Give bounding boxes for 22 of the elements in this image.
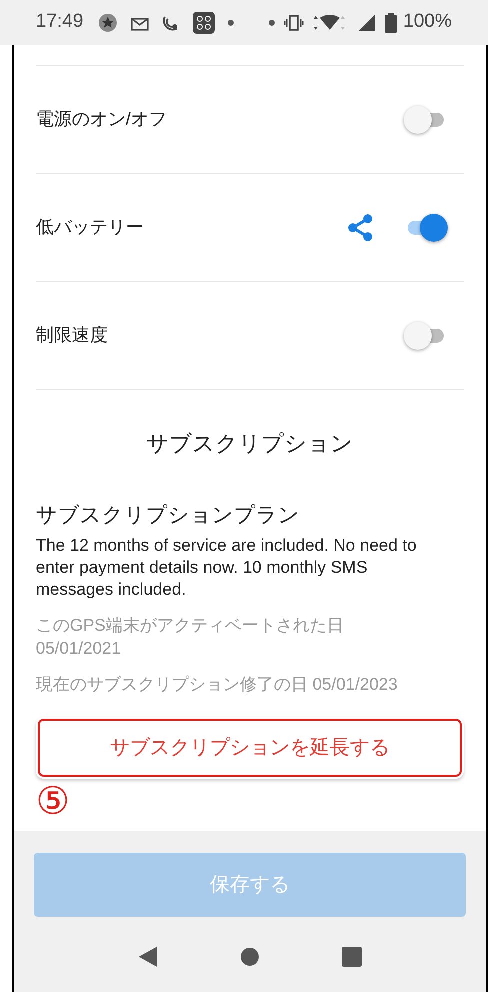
home-icon[interactable] (240, 947, 260, 967)
plan-title: サブスクリプションプラン (36, 503, 301, 529)
plan-description: The 12 months of service are included. No need to enter payment details now. 10 monthly SMS messages included. (36, 534, 418, 601)
dot-icon (269, 20, 276, 26)
call-icon (162, 14, 180, 32)
end-date-text: 現在のサブスクリプション修了の日 05/01/2023 (36, 674, 399, 696)
back-icon[interactable] (138, 946, 158, 968)
step-number-annotation: ⑤ (36, 783, 71, 822)
setting-label: 電源のオン/オフ (36, 108, 168, 131)
battery-percentage: 100% (403, 10, 452, 34)
activation-date-text: このGPS端末がアクティベートされた日 05/01/2021 (36, 614, 345, 660)
status-time: 17:49 (36, 10, 84, 34)
app-icon (192, 12, 215, 34)
dot-icon (228, 20, 234, 26)
share-icon[interactable] (348, 214, 374, 242)
signal-icon (358, 14, 376, 32)
setting-label: 制限速度 (36, 324, 109, 347)
extend-subscription-button[interactable]: サブスクリプションを延長する (36, 717, 464, 780)
setting-label: 低バッテリー (36, 216, 145, 239)
vibrate-icon (284, 14, 304, 32)
battery-icon (385, 12, 398, 32)
section-heading: サブスクリプション (146, 430, 354, 458)
